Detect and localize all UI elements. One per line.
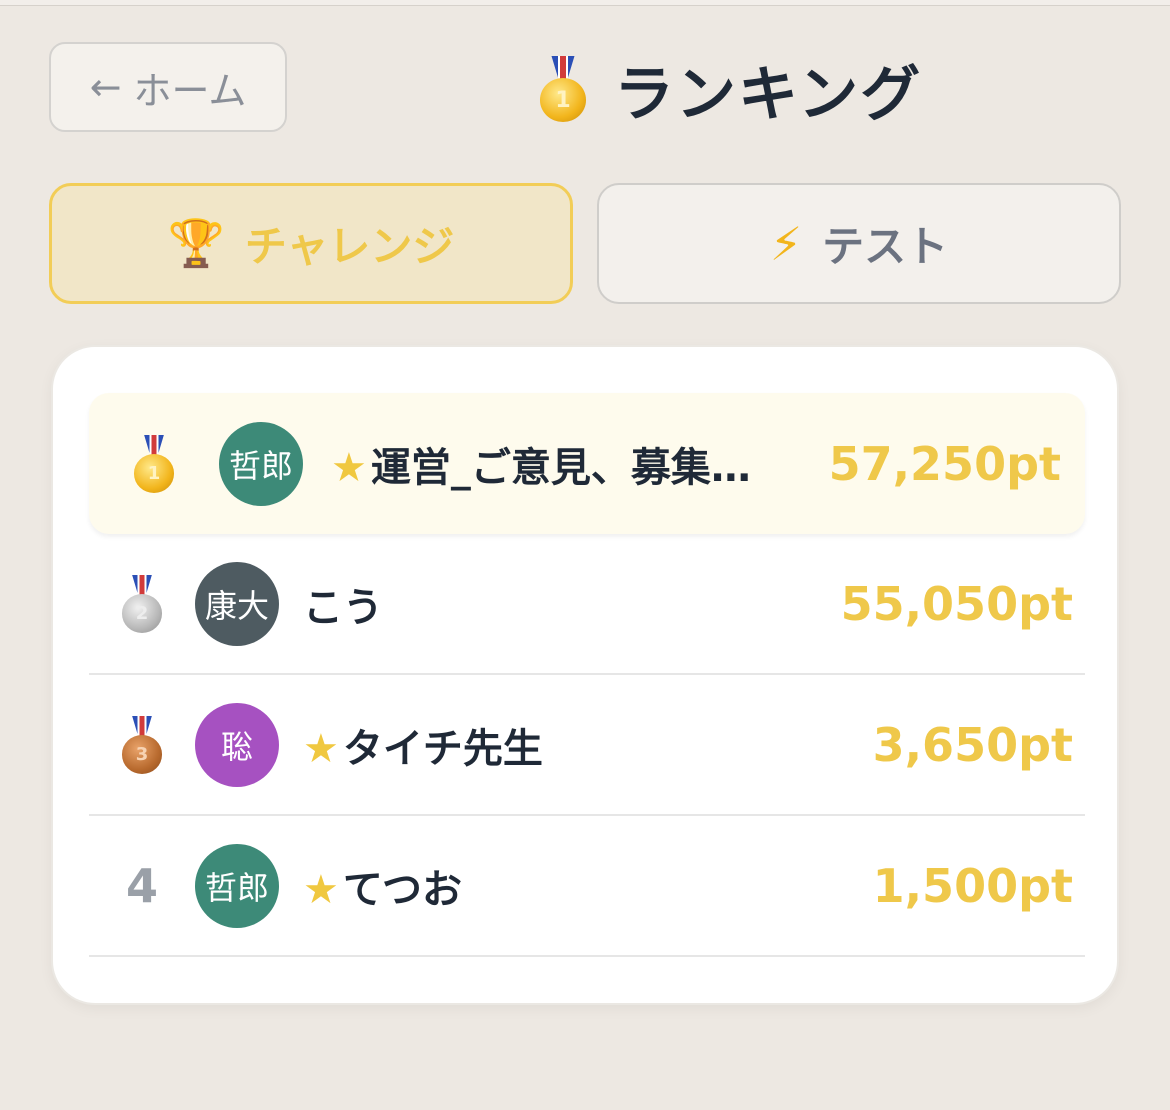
page-title: ランキング xyxy=(614,59,923,130)
tab-test-label: テスト xyxy=(822,222,949,271)
title-group: 1 ランキング xyxy=(540,44,922,134)
trophy-icon: 🏆 xyxy=(167,216,225,270)
star-icon: ★ xyxy=(303,866,339,913)
gold-medal-icon: 1 xyxy=(134,434,174,493)
user-points: 3,650pt xyxy=(872,717,1073,772)
user-points: 57,250pt xyxy=(828,436,1061,491)
avatar: 哲郎 xyxy=(195,843,279,928)
user-name: ★ タイチ先生 xyxy=(303,725,543,772)
ranking-card: 1 哲郎 ★ 運営_ご意見、募集… 57,250pt 2 康大 こう 55,050… xyxy=(51,345,1119,1005)
avatar: 康大 xyxy=(195,561,279,646)
ranking-row[interactable]: 4 哲郎 ★ てつお 1,500pt xyxy=(89,816,1085,957)
home-button[interactable]: ← ホーム xyxy=(49,42,287,132)
user-name: ★ てつお xyxy=(303,866,463,913)
ranking-list: 1 哲郎 ★ 運営_ご意見、募集… 57,250pt 2 康大 こう 55,050… xyxy=(89,393,1085,957)
rank-cell: 2 xyxy=(89,574,195,633)
silver-medal-icon: 2 xyxy=(122,574,162,633)
star-icon: ★ xyxy=(331,444,367,491)
ranking-row[interactable]: 2 康大 こう 55,050pt xyxy=(89,534,1085,675)
user-name: こう xyxy=(303,584,383,631)
gold-medal-icon: 1 xyxy=(540,56,586,122)
rank-cell: 1 xyxy=(89,434,219,493)
bronze-medal-icon: 3 xyxy=(122,715,162,774)
page-header: ← ホーム 1 ランキング xyxy=(0,0,1170,180)
rank-number: 4 xyxy=(125,858,158,913)
tab-challenge[interactable]: 🏆 チャレンジ xyxy=(49,183,573,304)
ranking-row[interactable]: 1 哲郎 ★ 運営_ご意見、募集… 57,250pt xyxy=(89,393,1085,534)
rank-cell: 4 xyxy=(89,859,195,913)
ranking-row[interactable]: 3 聡 ★ タイチ先生 3,650pt xyxy=(89,675,1085,816)
lightning-icon: ⚡ xyxy=(769,216,803,271)
star-icon: ★ xyxy=(303,725,339,772)
user-points: 55,050pt xyxy=(840,576,1073,631)
tab-challenge-label: チャレンジ xyxy=(244,222,455,271)
home-button-label: ホーム xyxy=(133,68,247,113)
rank-cell: 3 xyxy=(89,715,195,774)
avatar: 哲郎 xyxy=(219,421,303,506)
avatar: 聡 xyxy=(195,702,279,787)
tab-test[interactable]: ⚡ テスト xyxy=(597,183,1121,304)
arrow-left-icon: ← xyxy=(89,65,122,109)
user-name: ★ 運営_ご意見、募集… xyxy=(331,444,751,491)
user-points: 1,500pt xyxy=(872,858,1073,913)
